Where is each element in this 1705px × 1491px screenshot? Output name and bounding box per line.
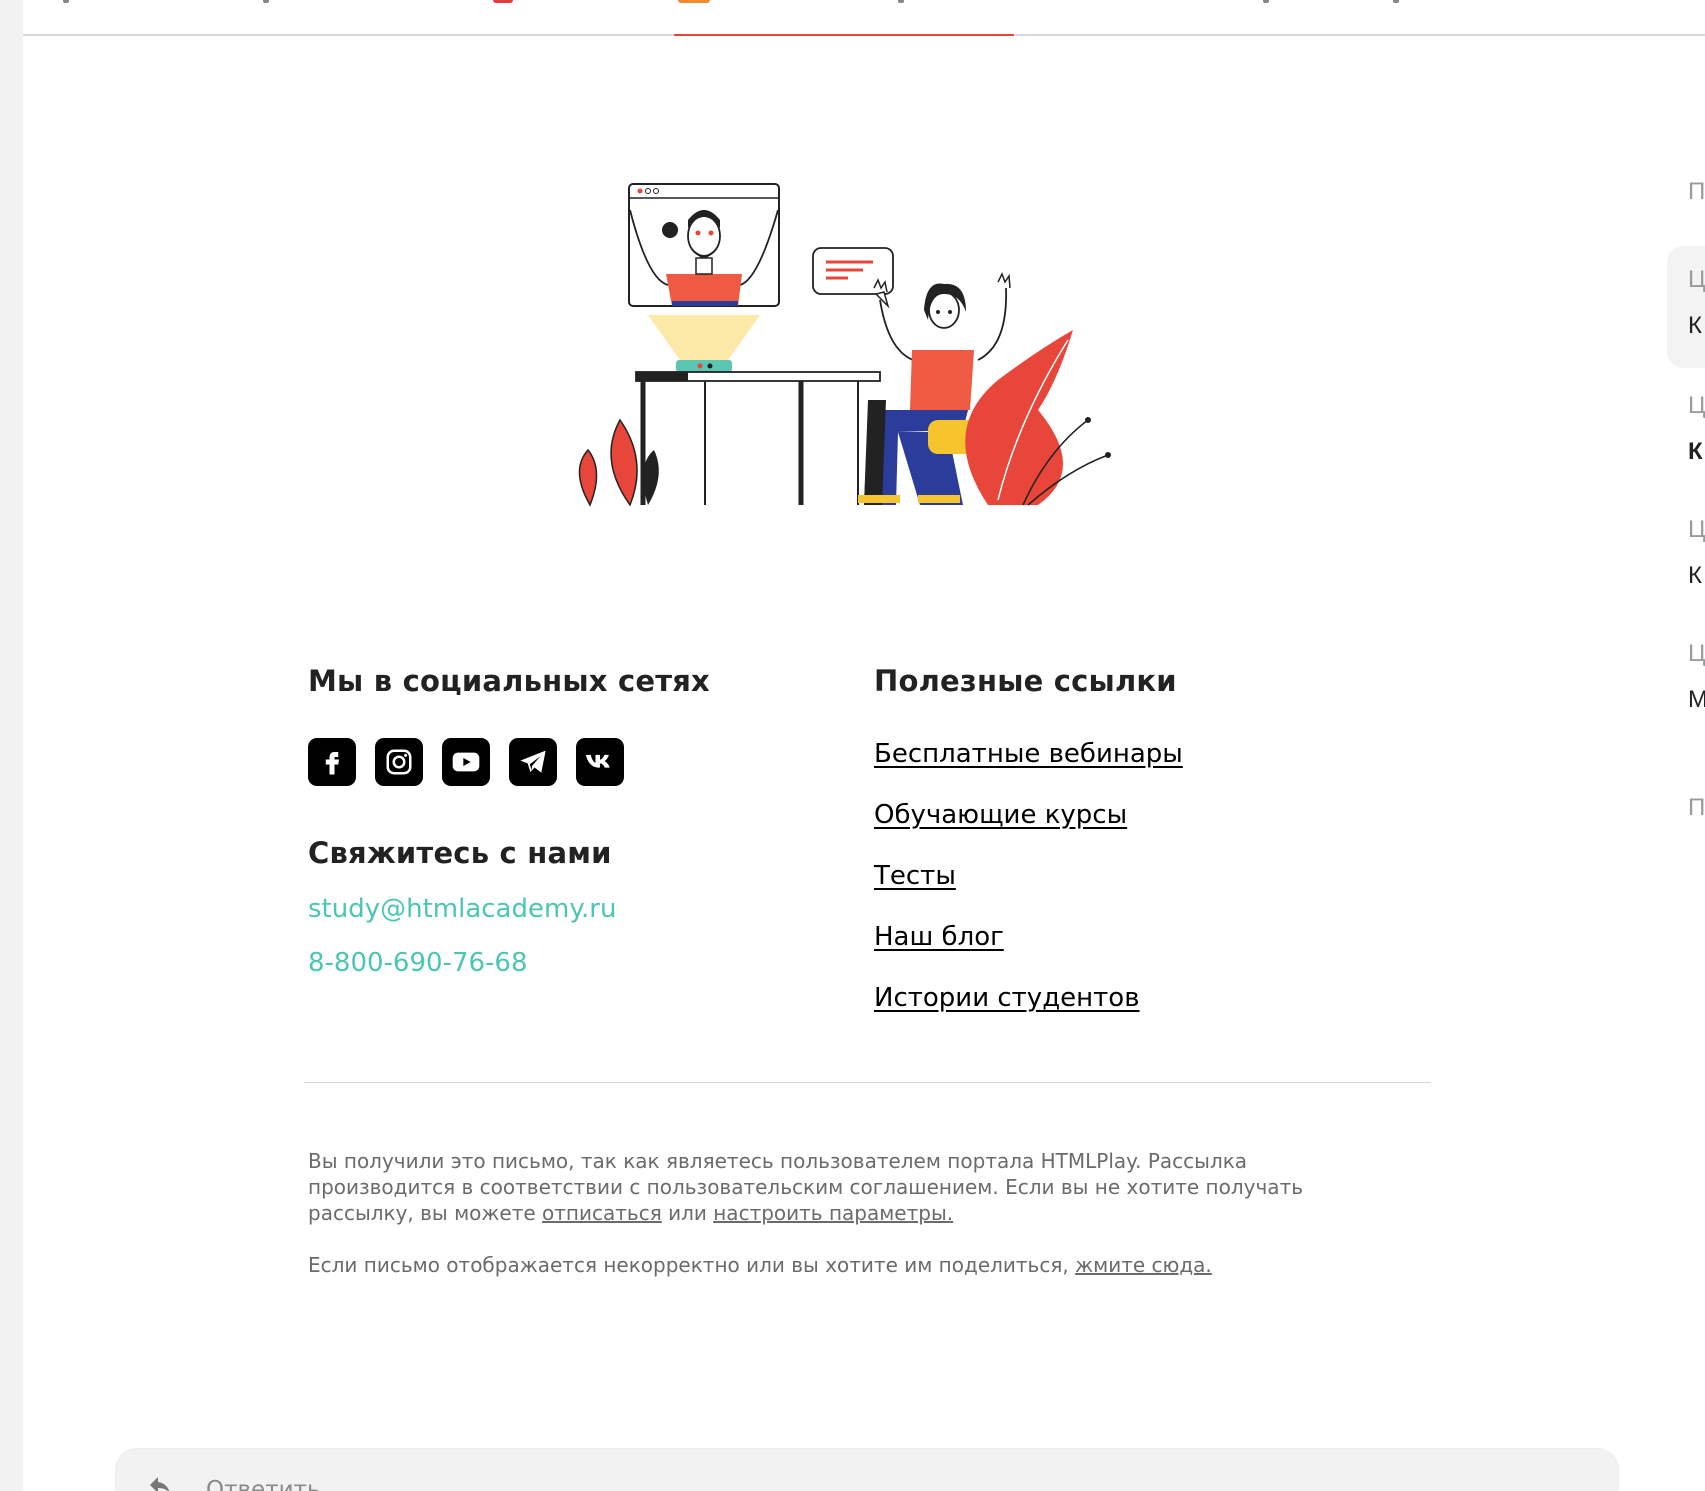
tab-edge-mark — [1393, 0, 1399, 3]
legal-notice: Вы получили это письмо, так как являетес… — [308, 1148, 1388, 1278]
facebook-icon[interactable] — [308, 738, 356, 786]
social-icons-row — [308, 738, 828, 786]
sidebar-letter: Ц — [1688, 640, 1705, 667]
sidebar-letter: М — [1688, 686, 1705, 713]
selected-message-highlight[interactable] — [1667, 246, 1705, 368]
message-list-sidebar: П Ц К Ц К Ц К Ц М П — [1667, 0, 1705, 1491]
tab-edge-mark — [1263, 0, 1269, 3]
sidebar-letter: П — [1688, 178, 1705, 205]
list-item: Обучающие курсы — [874, 799, 1394, 834]
link-blog[interactable]: Наш блог — [874, 922, 1004, 952]
tab-edge-mark — [263, 0, 269, 3]
video-call-illustration — [578, 183, 1111, 507]
sidebar-letter: К — [1688, 438, 1703, 465]
tab-edge-mark — [63, 0, 69, 3]
email-link[interactable]: study@htmlacademy.ru — [308, 894, 828, 924]
contact-heading: Свяжитесь с нами — [308, 836, 612, 870]
legal-paragraph: Если письмо отображается некорректно или… — [308, 1252, 1388, 1278]
footer-left-column: Мы в социальных сетях Свяжитесь с нами s… — [308, 664, 828, 978]
list-item: Наш блог — [874, 921, 1394, 956]
useful-links-list: Бесплатные вебинары Обучающие курсы Тест… — [874, 738, 1394, 1017]
settings-link[interactable]: настроить параметры. — [713, 1201, 953, 1225]
tab-icon-orange[interactable] — [678, 0, 710, 3]
unsubscribe-link[interactable]: отписаться — [542, 1201, 662, 1225]
list-item: Тесты — [874, 860, 1394, 895]
list-item: Истории студентов — [874, 982, 1394, 1017]
reply-label: Ответить — [206, 1477, 321, 1491]
reply-bar[interactable]: Ответить — [115, 1448, 1619, 1491]
youtube-icon[interactable] — [442, 738, 490, 786]
legal-text: или — [661, 1201, 714, 1225]
sidebar-letter: Ц — [1688, 392, 1705, 419]
legal-text: Если письмо отображается некорректно или… — [308, 1253, 1076, 1277]
web-version-link[interactable]: жмите сюда. — [1075, 1253, 1212, 1277]
footer-right-column: Полезные ссылки Бесплатные вебинары Обуч… — [874, 664, 1394, 1043]
footer-divider — [304, 1082, 1431, 1083]
instagram-icon[interactable] — [375, 738, 423, 786]
sidebar-letter: Ц — [1688, 266, 1705, 293]
tab-icon-red[interactable] — [493, 0, 513, 3]
sidebar-letter: К — [1688, 312, 1702, 339]
link-tests[interactable]: Тесты — [874, 861, 956, 891]
sidebar-letter: Ц — [1688, 516, 1705, 543]
email-view: Мы в социальных сетях Свяжитесь с нами s… — [23, 0, 1705, 1491]
sidebar-letter: К — [1688, 562, 1702, 589]
phone-link[interactable]: 8-800-690-76-68 — [308, 948, 828, 978]
links-heading: Полезные ссылки — [874, 664, 1177, 698]
active-tab-indicator — [674, 34, 1014, 36]
link-webinars[interactable]: Бесплатные вебинары — [874, 739, 1183, 769]
telegram-icon[interactable] — [509, 738, 557, 786]
list-item: Бесплатные вебинары — [874, 738, 1394, 773]
legal-paragraph: Вы получили это письмо, так как являетес… — [308, 1148, 1388, 1226]
social-heading: Мы в социальных сетях — [308, 664, 710, 698]
sidebar-letter: П — [1688, 794, 1705, 821]
vk-icon[interactable] — [576, 738, 624, 786]
tab-edge-mark — [898, 0, 904, 3]
reply-arrow-icon — [150, 1477, 170, 1491]
link-student-stories[interactable]: Истории студентов — [874, 983, 1140, 1013]
link-courses[interactable]: Обучающие курсы — [874, 800, 1127, 830]
top-tab-strip — [23, 0, 1705, 36]
